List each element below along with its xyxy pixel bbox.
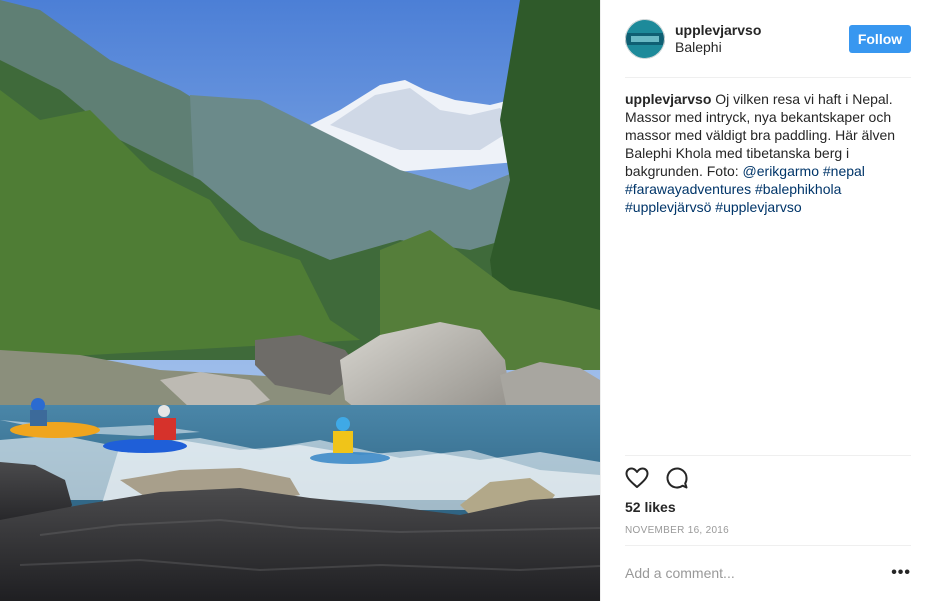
post-details-panel: upplevjarvso Balephi Follow upplevjarvso… (600, 0, 937, 601)
location-link[interactable]: Balephi (675, 39, 761, 56)
post-header: upplevjarvso Balephi Follow (625, 18, 911, 60)
more-options-button[interactable]: ••• (891, 565, 911, 581)
hashtag-link[interactable]: #upplevjarvso (715, 199, 801, 215)
post-date[interactable]: NOVEMBER 16, 2016 (625, 525, 729, 536)
heart-icon[interactable] (625, 466, 649, 490)
follow-button[interactable]: Follow (849, 25, 911, 53)
likes-count[interactable]: 52 likes (625, 499, 676, 515)
header-text: upplevjarvso Balephi (675, 22, 761, 56)
header-divider (625, 77, 911, 78)
post-actions (625, 466, 689, 490)
caption-mention-link[interactable]: @erikgarmo (743, 163, 819, 179)
actions-divider (625, 455, 911, 456)
avatar[interactable] (625, 19, 665, 59)
post-image (0, 0, 600, 601)
post-photo[interactable] (0, 0, 600, 601)
comment-input[interactable] (625, 562, 885, 584)
hashtag-link[interactable]: #nepal (823, 163, 865, 179)
caption-username-link[interactable]: upplevjarvso (625, 91, 711, 107)
avatar-image (625, 19, 665, 59)
hashtag-link[interactable]: #upplevjärvsö (625, 199, 711, 215)
hashtag-link[interactable]: #farawayadventures (625, 181, 751, 197)
hashtag-link[interactable]: #balephikhola (755, 181, 841, 197)
username-link[interactable]: upplevjarvso (675, 22, 761, 39)
post-caption: upplevjarvso Oj vilken resa vi haft i Ne… (625, 90, 915, 216)
comment-icon[interactable] (665, 466, 689, 490)
instagram-post: upplevjarvso Balephi Follow upplevjarvso… (0, 0, 937, 601)
comment-divider (625, 545, 911, 546)
